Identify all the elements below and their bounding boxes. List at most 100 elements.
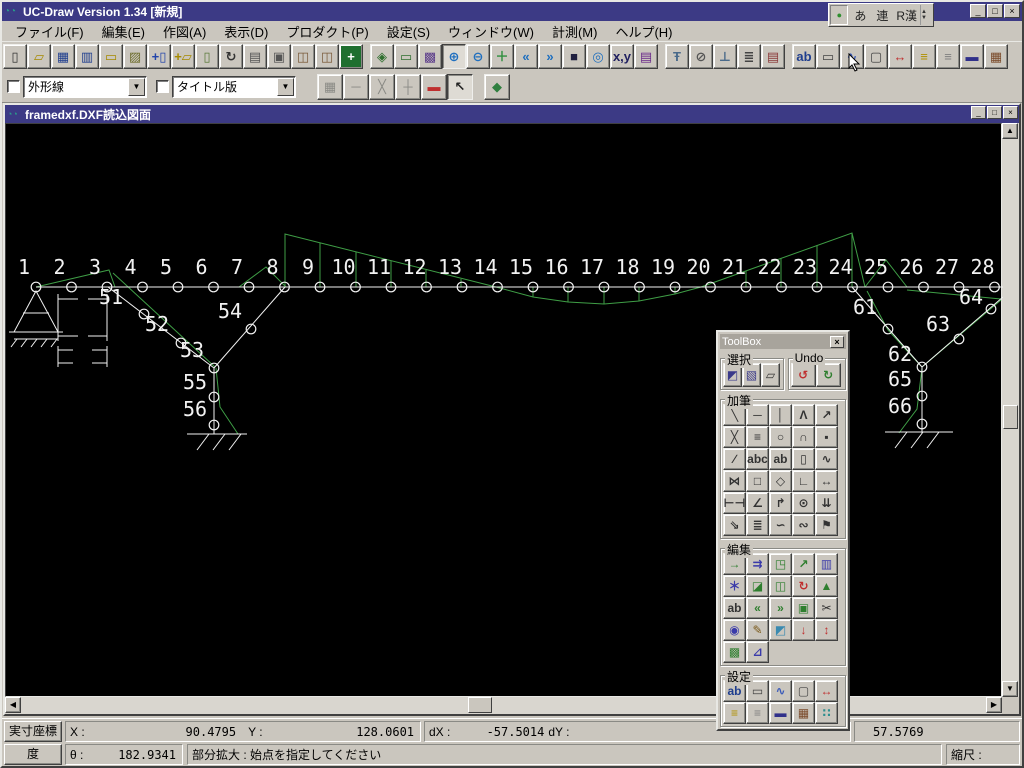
text-button[interactable]: abc [746, 448, 769, 470]
select-mode-button[interactable]: ↖ [447, 74, 473, 100]
pick-settings-button[interactable]: ▭ [816, 44, 840, 69]
angle-unit-button[interactable]: 度 [4, 744, 62, 765]
scroll-left-icon[interactable]: ◀ [5, 697, 21, 713]
view-previous-button[interactable]: « [514, 44, 538, 69]
reload-sheet-button[interactable]: ↻ [219, 44, 243, 69]
sheet-width-button[interactable]: ↔ [888, 44, 912, 69]
zoom-region-button[interactable]: ▩ [418, 44, 442, 69]
text-frame-button[interactable]: ▯ [792, 448, 815, 470]
snap-mid-button[interactable]: ┼ [395, 74, 421, 100]
zoom-extents-button[interactable]: ＋ [490, 44, 514, 69]
toolbox-titlebar[interactable]: ToolBox × [720, 334, 846, 349]
cross-mark-button[interactable]: ╳ [723, 426, 746, 448]
fill-region-button[interactable]: ▩ [723, 641, 746, 663]
redraw-button[interactable]: ■ [562, 44, 586, 69]
find-view-button[interactable]: ◎ [586, 44, 610, 69]
pier-product-button[interactable]: Ŧ [665, 44, 689, 69]
rectangle-button[interactable]: □ [746, 470, 769, 492]
menu-item-7[interactable]: ウィンドウ(W) [439, 21, 543, 42]
arc-button[interactable]: ∩ [792, 426, 815, 448]
format-paint-button[interactable]: ✎ [746, 619, 769, 641]
corner-line-button[interactable]: ∟ [792, 470, 815, 492]
snap-line-button[interactable]: ─ [343, 74, 369, 100]
open-file-button[interactable]: ▱ [27, 44, 51, 69]
leader-line-button[interactable]: ↱ [769, 492, 792, 514]
polyline-button[interactable]: Λ [792, 404, 815, 426]
horizontal-scrollbar[interactable]: ◀ ▶ [5, 697, 1002, 714]
dim-steps-button[interactable]: ≣ [746, 514, 769, 536]
menu-item-5[interactable]: プロダクト(P) [277, 21, 377, 42]
print-button[interactable]: ▤ [243, 44, 267, 69]
ime-mode-1[interactable]: あ [849, 5, 871, 25]
block-save-button[interactable]: ▣ [792, 597, 815, 619]
mirror-button[interactable]: ▲ [815, 575, 838, 597]
wave-symbol-button[interactable]: ∾ [792, 514, 815, 536]
ime-pen-icon[interactable]: ● [830, 5, 848, 25]
footing-product-button[interactable]: ⊥ [713, 44, 737, 69]
print-preview-button[interactable]: ▣ [267, 44, 291, 69]
layer2-dropdown-arrow-icon[interactable]: ▼ [277, 78, 294, 96]
coord-mode-button[interactable]: 実寸座標 [4, 721, 62, 742]
close-file-button[interactable]: ▭ [99, 44, 123, 69]
stretch-left-button[interactable]: « [746, 597, 769, 619]
close-button[interactable]: × [1004, 4, 1020, 18]
env-table-button[interactable]: ▤ [634, 44, 658, 69]
line-arrow-button[interactable]: ↗ [815, 404, 838, 426]
text-settings-button[interactable]: ab [792, 44, 816, 69]
zoom-in-button[interactable]: ⊕ [442, 44, 466, 69]
grid-settings-button[interactable]: ∷ [815, 702, 838, 724]
undo-button[interactable]: ↺ [791, 363, 816, 387]
ime-mode-2[interactable]: 連 [871, 5, 893, 25]
polyline-edit-button[interactable]: ⊿ [746, 641, 769, 663]
document-titlebar[interactable]: ◔◔ framedxf.DXF読込図面 _ □ × [5, 105, 1019, 123]
toolbox-close-icon[interactable]: × [830, 336, 844, 348]
zoom-window-button[interactable]: ▭ [394, 44, 418, 69]
layer1-dropdown[interactable]: 外形線 ▼ [23, 76, 147, 98]
layer1-checkbox[interactable] [7, 80, 20, 93]
erase-part-button[interactable]: ◫ [769, 575, 792, 597]
save-all-button[interactable]: ▥ [75, 44, 99, 69]
layer-colors-button[interactable]: ≡ [912, 44, 936, 69]
explode-button[interactable]: ＊ [723, 575, 746, 597]
menu-item-8[interactable]: 計測(M) [543, 21, 607, 42]
minimize-button[interactable]: _ [970, 4, 986, 18]
free-curve-button[interactable]: ∿ [815, 448, 838, 470]
ime-mode-3[interactable]: R漢 [893, 5, 920, 25]
plotter-output-button[interactable]: ▤ [761, 44, 785, 69]
ime-arrows-icon[interactable]: ▲▼ [920, 5, 932, 25]
enlarge-button[interactable]: ◳ [769, 553, 792, 575]
trim-button[interactable]: ◪ [746, 575, 769, 597]
calc-sheet-button[interactable]: ≣ [737, 44, 761, 69]
layer2-dropdown[interactable]: タイトル版 ▼ [172, 76, 296, 98]
text-vertical-button[interactable]: ab [769, 448, 792, 470]
balloon-leader-button[interactable]: ⊙ [792, 492, 815, 514]
align-one-button[interactable]: ↓ [792, 619, 815, 641]
system-settings-button[interactable]: ▢ [864, 44, 888, 69]
doc-maximize-button[interactable]: □ [987, 106, 1002, 119]
maximize-button[interactable]: □ [987, 4, 1003, 18]
drawer-config-button[interactable]: ▦ [984, 44, 1008, 69]
image-copy-button[interactable]: ◉ [723, 619, 746, 641]
block-register-button[interactable]: + [339, 44, 363, 69]
layer-list-button[interactable]: ≡ [746, 702, 769, 724]
layer-colors-button[interactable]: ≡ [723, 702, 746, 724]
rotate-button[interactable]: ↻ [792, 575, 815, 597]
toolbar-config-button[interactable]: ▬ [769, 702, 792, 724]
menu-item-9[interactable]: ヘルプ(H) [606, 21, 681, 42]
delete-sheet-button[interactable]: ▯ [195, 44, 219, 69]
layer-list-button[interactable]: ≡ [936, 44, 960, 69]
dim-angle-button[interactable]: ∠ [746, 492, 769, 514]
doc-close-button[interactable]: × [1003, 106, 1018, 119]
layer2-checkbox[interactable] [156, 80, 169, 93]
menu-item-4[interactable]: 表示(D) [215, 21, 277, 42]
snap-grid-button[interactable]: ▦ [317, 74, 343, 100]
edit-text-button[interactable]: ab [723, 597, 746, 619]
toolbar-config-button[interactable]: ▬ [960, 44, 984, 69]
redo-button[interactable]: ↻ [816, 363, 841, 387]
dim-horizontal-button[interactable]: ↔ [815, 470, 838, 492]
hatch-lines-button[interactable]: ≡ [746, 426, 769, 448]
doc-minimize-button[interactable]: _ [971, 106, 986, 119]
zoom-out-button[interactable]: ⊖ [466, 44, 490, 69]
print-frame-select-button[interactable]: ◫ [315, 44, 339, 69]
append-file-button[interactable]: +▱ [171, 44, 195, 69]
